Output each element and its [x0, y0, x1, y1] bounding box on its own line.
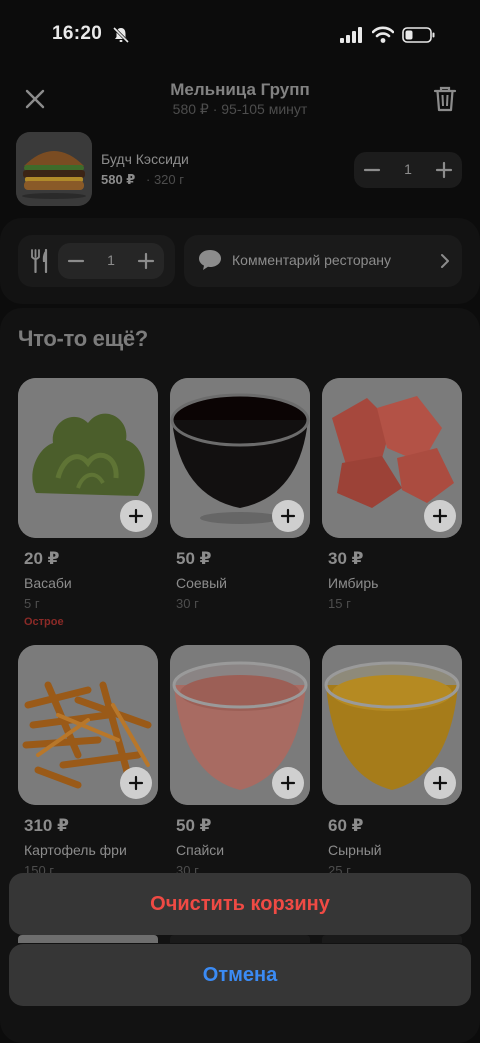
- cutlery-quantity-stepper: 1: [58, 243, 164, 279]
- item-name: Васаби: [24, 575, 72, 591]
- comment-label: Комментарий ресторану: [232, 252, 391, 268]
- status-bar: 16:20: [0, 0, 480, 68]
- cancel-button[interactable]: Отмена: [9, 944, 471, 1006]
- upsell-title: Что-то ещё?: [18, 326, 148, 351]
- add-icon[interactable]: [272, 767, 304, 799]
- speech-bubble-icon: [199, 250, 221, 270]
- status-time: 16:20: [52, 23, 103, 44]
- bell-muted-icon: [112, 26, 130, 44]
- burger-image: [16, 132, 92, 206]
- add-icon[interactable]: [120, 500, 152, 532]
- item-name: Сырный: [328, 842, 382, 858]
- item-price: 50 ₽: [176, 816, 212, 835]
- cart-item-price: 580 ₽: [101, 172, 136, 187]
- next-row-card-peek: [18, 935, 158, 943]
- cutlery-selector: 1: [18, 235, 175, 287]
- item-weight: 5 г: [24, 596, 40, 611]
- cart-item-weight: · 320 г: [146, 172, 184, 187]
- cart-item-quantity-stepper: 1: [354, 152, 462, 188]
- item-price: 60 ₽: [328, 816, 364, 835]
- add-icon[interactable]: [272, 500, 304, 532]
- cutlery-icon: [31, 249, 48, 273]
- add-icon[interactable]: [120, 767, 152, 799]
- restaurant-subtitle: 580 ₽ · 95-105 минут: [172, 101, 308, 117]
- item-name: Спайси: [176, 842, 225, 858]
- cart-item-row: Будч Кэссиди 580 ₽ · 320 г 1: [0, 130, 480, 210]
- item-name: Имбирь: [328, 575, 379, 591]
- item-weight: 30 г: [176, 596, 199, 611]
- extras-panel: 1 Комментарий ресторану: [0, 218, 480, 304]
- item-weight: 15 г: [328, 596, 351, 611]
- cart-header: Мельница Групп 580 ₽ · 95-105 минут: [0, 70, 480, 130]
- battery-icon: [402, 27, 435, 43]
- cart-item-name: Будч Кэссиди: [101, 151, 189, 167]
- item-price: 310 ₽: [24, 816, 69, 835]
- trash-icon[interactable]: [432, 84, 458, 114]
- add-icon[interactable]: [424, 500, 456, 532]
- minus-icon[interactable]: [354, 152, 390, 188]
- item-name: Соевый: [176, 575, 228, 591]
- item-name: Картофель фри: [24, 842, 127, 858]
- cutlery-quantity: 1: [107, 252, 115, 268]
- cart-item-quantity: 1: [404, 161, 412, 177]
- plus-icon[interactable]: [128, 243, 164, 279]
- next-row-card-peek: [170, 935, 310, 943]
- cellular-signal-icon: [340, 27, 362, 43]
- chevron-right-icon: [441, 254, 449, 268]
- minus-icon[interactable]: [58, 243, 94, 279]
- next-row-card-peek: [322, 935, 462, 943]
- restaurant-comment-button[interactable]: Комментарий ресторану: [184, 235, 462, 287]
- restaurant-name: Мельница Групп: [170, 80, 310, 99]
- item-price: 20 ₽: [24, 549, 60, 568]
- plus-icon[interactable]: [426, 152, 462, 188]
- item-price: 50 ₽: [176, 549, 212, 568]
- wifi-icon: [372, 26, 394, 43]
- item-price: 30 ₽: [328, 549, 364, 568]
- clear-cart-button[interactable]: Очистить корзину: [9, 873, 471, 935]
- spicy-tag: Острое: [24, 616, 64, 628]
- add-icon[interactable]: [424, 767, 456, 799]
